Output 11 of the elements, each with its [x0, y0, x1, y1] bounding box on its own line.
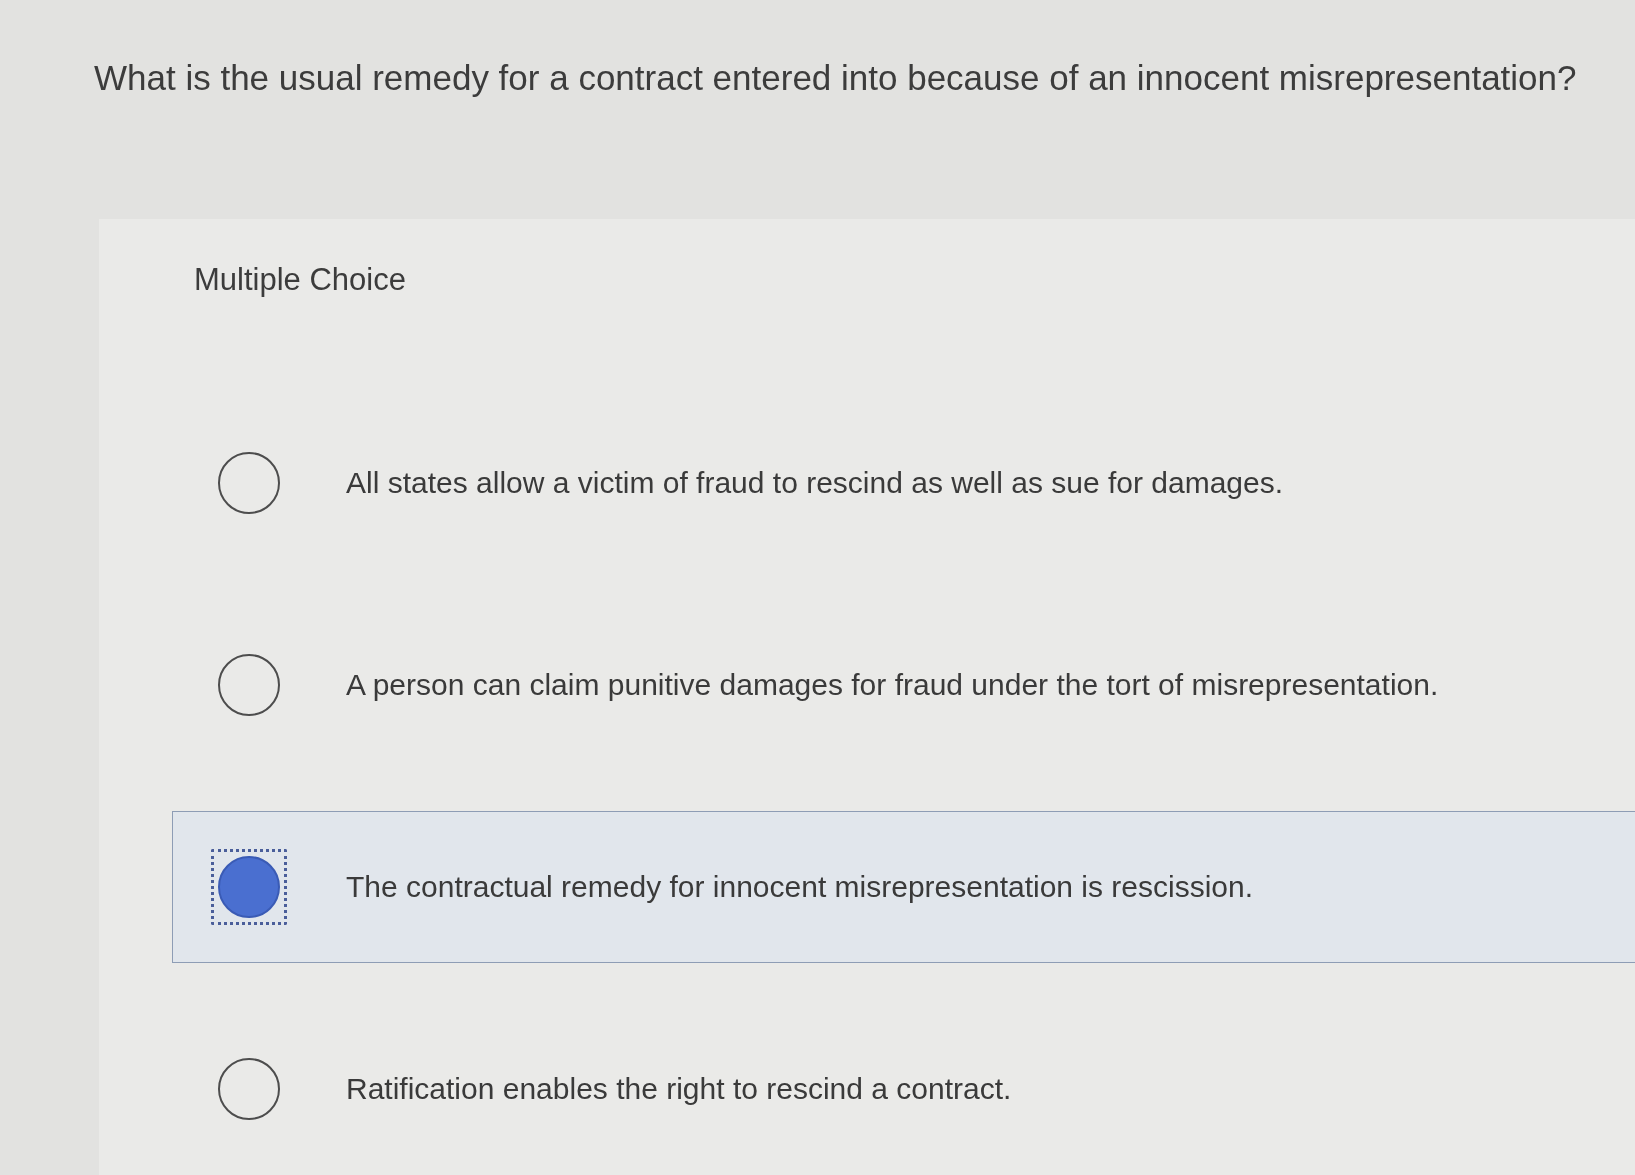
option-text: The contractual remedy for innocent misrepresentation is rescission. [346, 870, 1254, 904]
radio-button[interactable] [218, 452, 280, 514]
radio-button[interactable] [218, 654, 280, 716]
question-text: What is the usual remedy for a contract entered into because of an innocent misrepresentation? [94, 57, 1577, 99]
selected-option[interactable]: The contractual remedy for innocent misrepresentation is rescission. [172, 811, 1635, 963]
option-text: All states allow a victim of fraud to rescind as well as sue for damages. [346, 466, 1284, 500]
radio-button[interactable] [211, 849, 287, 925]
section-label: Multiple Choice [194, 262, 406, 298]
option-text: A person can claim punitive damages for fraud under the tort of misrepresentation. [346, 668, 1439, 702]
radio-button[interactable] [218, 1058, 280, 1120]
option-text: Ratification enables the right to rescind a contract. [346, 1072, 1012, 1106]
